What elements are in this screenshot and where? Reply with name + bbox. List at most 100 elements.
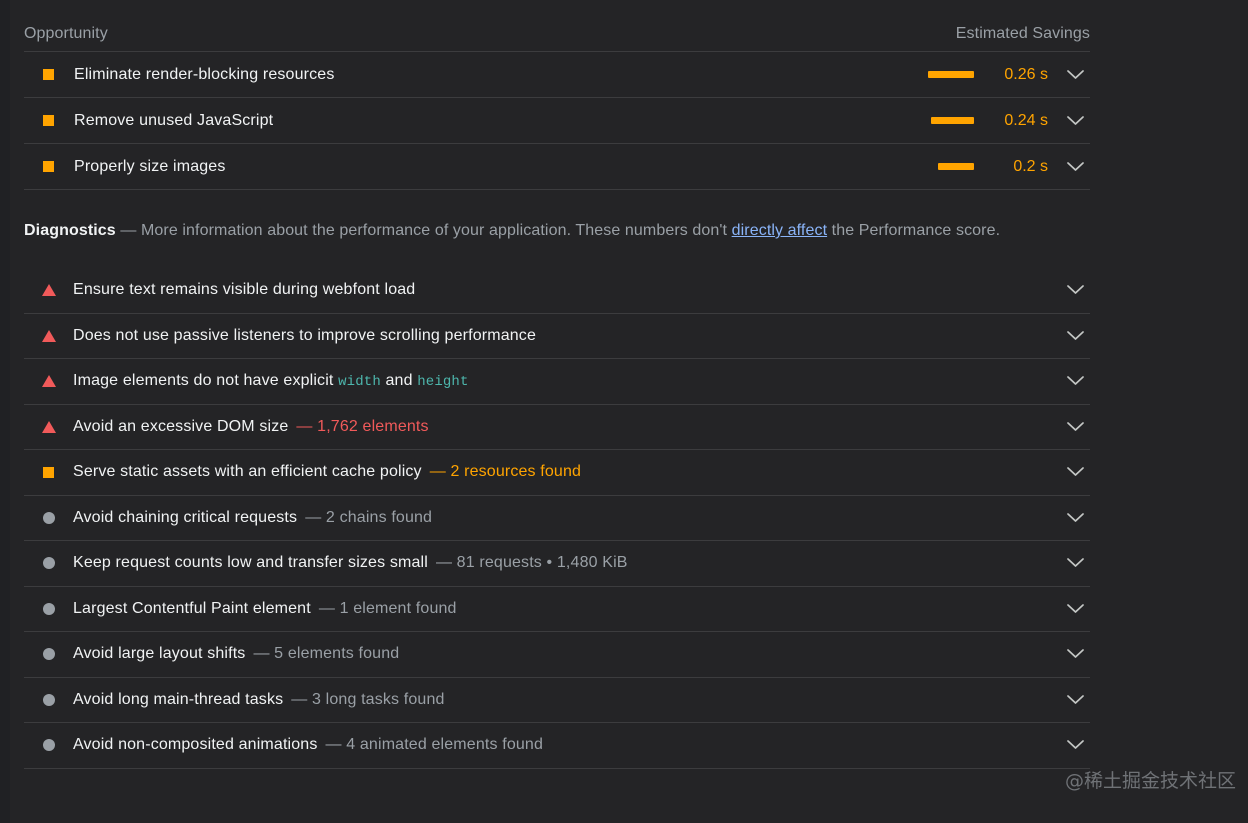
warning-triangle-icon [42,330,55,342]
diagnostic-subtext: — 2 chains found [305,509,432,526]
chevron-down-icon[interactable] [1060,422,1090,432]
warning-triangle-icon [42,421,55,433]
opportunity-row[interactable]: Eliminate render-blocking resources 0.26 … [24,52,1090,98]
diagnostic-row[interactable]: Serve static assets with an efficient ca… [24,450,1090,496]
report-inner: Opportunity Estimated Savings Eliminate … [24,0,1248,769]
diagnostic-subtext: — 1,762 elements [296,418,428,435]
info-circle-icon [42,603,55,615]
savings-bar [938,163,974,170]
diagnostic-row[interactable]: Largest Contentful Paint element— 1 elem… [24,587,1090,633]
diagnostic-title-text: Keep request counts low and transfer siz… [73,554,428,571]
diagnostic-title-text: Serve static assets with an efficient ca… [73,463,422,480]
diagnostic-title: Avoid an excessive DOM size — 1,762 eleme… [73,418,1048,436]
diagnostic-row[interactable]: Keep request counts low and transfer siz… [24,541,1090,587]
orange-square-icon [43,115,54,126]
opportunities-table: Opportunity Estimated Savings Eliminate … [24,0,1090,190]
savings-bar-track [912,117,974,124]
chevron-down-icon[interactable] [1060,70,1090,80]
diagnostic-title-text: Avoid long main-thread tasks [73,691,283,708]
diagnostic-title: Avoid large layout shifts — 5 elements fo… [73,645,1048,663]
directly-affect-link[interactable]: directly affect [732,222,827,239]
opportunity-title: Properly size images [74,158,912,176]
diagnostic-row[interactable]: Avoid non-composited animations — 4 anima… [24,723,1090,769]
diagnostic-subtext: — 2 resources found [430,463,581,480]
info-circle-icon [42,648,55,660]
opportunity-title: Remove unused JavaScript [74,112,912,130]
opportunity-title: Eliminate render-blocking resources [74,66,912,84]
report-card: Opportunity Estimated Savings Eliminate … [10,0,1248,823]
diagnostic-title-text: Ensure text remains visible during webfo… [73,281,415,298]
diagnostics-table: Ensure text remains visible during webfo… [24,268,1090,769]
chevron-down-icon[interactable] [1060,649,1090,659]
diagnostics-description: Diagnostics — More information about the… [24,216,1074,246]
info-circle-icon [42,694,55,706]
savings-bar [931,117,974,124]
lighthouse-report-page: Opportunity Estimated Savings Eliminate … [0,0,1248,823]
savings-bar-track [912,163,974,170]
savings-bar-track [912,71,974,78]
savings-bar [928,71,974,78]
diagnostic-title: Avoid long main-thread tasks — 3 long tas… [73,691,1048,709]
diagnostic-subtext: — 1 element found [319,600,457,617]
diagnostics-heading: Diagnostics [24,222,116,239]
diagnostic-row[interactable]: Avoid chaining critical requests— 2 chai… [24,496,1090,542]
diagnostic-title: Ensure text remains visible during webfo… [73,281,1048,299]
chevron-down-icon[interactable] [1060,116,1090,126]
column-header-estimated-savings: Estimated Savings [956,25,1090,43]
diagnostic-subtext: — 5 elements found [253,645,399,662]
code-token-height: height [417,374,468,390]
chevron-down-icon[interactable] [1060,285,1090,295]
chevron-down-icon[interactable] [1060,604,1090,614]
diagnostic-title: Image elements do not have explicit widt… [73,372,1048,390]
chevron-down-icon[interactable] [1060,331,1090,341]
diagnostic-subtext: — 4 animated elements found [326,736,544,753]
opportunity-row[interactable]: Remove unused JavaScript 0.24 s [24,98,1090,144]
diagnostics-emdash: — [120,222,136,239]
diagnostic-title-text: Avoid non-composited animations [73,736,318,753]
chevron-down-icon[interactable] [1060,467,1090,477]
diagnostic-title-text: Image elements do not have explicit [73,372,338,389]
diagnostics-desc-part2: the Performance score. [827,222,1000,239]
info-circle-icon [42,739,55,751]
diagnostic-subtext: — 81 requests • 1,480 KiB [436,554,628,571]
diagnostic-row[interactable]: Avoid an excessive DOM size — 1,762 eleme… [24,405,1090,451]
diagnostic-title-mid: and [381,372,417,389]
opportunity-savings-value: 0.2 s [986,158,1048,176]
diagnostic-title: Serve static assets with an efficient ca… [73,463,1048,481]
orange-square-icon [43,69,54,80]
diagnostic-title: Keep request counts low and transfer siz… [73,554,1048,572]
opportunity-savings-value: 0.26 s [986,66,1048,84]
opportunities-row-list: Eliminate render-blocking resources 0.26 … [24,52,1090,190]
opportunity-savings-value: 0.24 s [986,112,1048,130]
orange-square-icon [42,467,55,478]
diagnostics-row-list: Ensure text remains visible during webfo… [24,268,1090,769]
chevron-down-icon[interactable] [1060,558,1090,568]
diagnostic-title: Avoid non-composited animations — 4 anima… [73,736,1048,754]
warning-triangle-icon [42,284,55,296]
diagnostic-title-text: Avoid large layout shifts [73,645,245,662]
code-token-width: width [338,374,381,390]
diagnostic-title-text: Avoid an excessive DOM size [73,418,288,435]
diagnostic-row[interactable]: Avoid long main-thread tasks — 3 long tas… [24,678,1090,724]
column-header-opportunity: Opportunity [24,25,108,43]
chevron-down-icon[interactable] [1060,513,1090,523]
chevron-down-icon[interactable] [1060,162,1090,172]
info-circle-icon [42,512,55,524]
diagnostic-title-text: Does not use passive listeners to improv… [73,327,536,344]
orange-square-icon [43,161,54,172]
opportunity-row[interactable]: Properly size images 0.2 s [24,144,1090,190]
opportunities-table-header: Opportunity Estimated Savings [24,0,1090,52]
diagnostic-row[interactable]: Avoid large layout shifts — 5 elements fo… [24,632,1090,678]
chevron-down-icon[interactable] [1060,376,1090,386]
diagnostic-title: Avoid chaining critical requests— 2 chai… [73,509,1048,527]
diagnostic-row[interactable]: Ensure text remains visible during webfo… [24,268,1090,314]
info-circle-icon [42,557,55,569]
diagnostic-subtext: — 3 long tasks found [291,691,444,708]
chevron-down-icon[interactable] [1060,695,1090,705]
diagnostic-title: Does not use passive listeners to improv… [73,327,1048,345]
diagnostics-desc-part1: More information about the performance o… [141,222,732,239]
diagnostic-row[interactable]: Image elements do not have explicit widt… [24,359,1090,405]
warning-triangle-icon [42,375,55,387]
chevron-down-icon[interactable] [1060,740,1090,750]
diagnostic-row[interactable]: Does not use passive listeners to improv… [24,314,1090,360]
